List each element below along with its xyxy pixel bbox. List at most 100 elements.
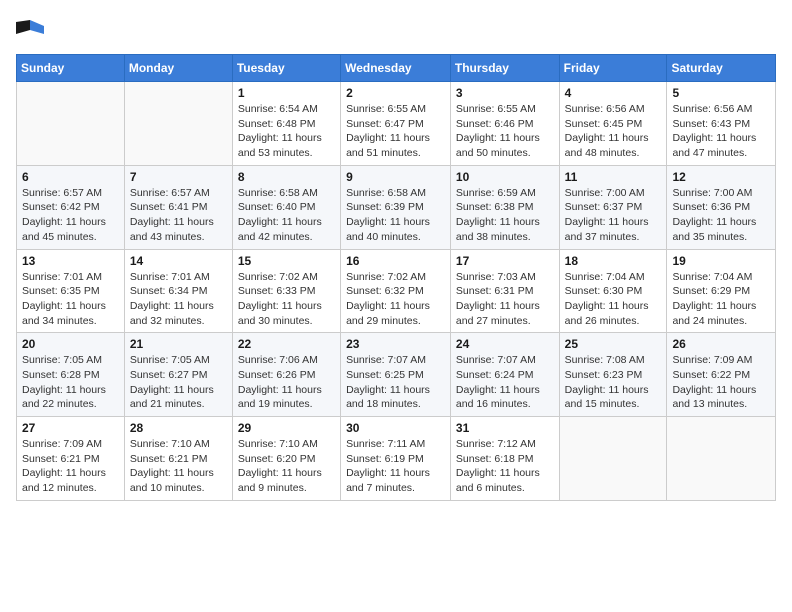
day-number: 13 xyxy=(22,254,119,268)
calendar-cell: 21 Sunrise: 7:05 AM Sunset: 6:27 PM Dayli… xyxy=(124,333,232,417)
day-number: 27 xyxy=(22,421,119,435)
calendar-cell: 2 Sunrise: 6:55 AM Sunset: 6:47 PM Daylig… xyxy=(341,82,451,166)
weekday-header: Tuesday xyxy=(232,55,340,82)
day-info: Sunrise: 7:02 AM Sunset: 6:33 PM Dayligh… xyxy=(238,270,335,329)
day-number: 22 xyxy=(238,337,335,351)
calendar-cell xyxy=(124,82,232,166)
day-number: 5 xyxy=(672,86,770,100)
day-number: 16 xyxy=(346,254,445,268)
day-info: Sunrise: 7:00 AM Sunset: 6:37 PM Dayligh… xyxy=(565,186,662,245)
calendar-week-row: 13Sunrise: 7:01 AM Sunset: 6:35 PM Dayli… xyxy=(17,249,776,333)
calendar-cell: 19 Sunrise: 7:04 AM Sunset: 6:29 PM Dayli… xyxy=(667,249,776,333)
day-info: Sunrise: 6:58 AM Sunset: 6:39 PM Dayligh… xyxy=(346,186,445,245)
day-number: 6 xyxy=(22,170,119,184)
day-info: Sunrise: 7:05 AM Sunset: 6:28 PM Dayligh… xyxy=(22,353,119,412)
calendar-cell xyxy=(559,417,667,501)
logo xyxy=(16,16,48,44)
calendar-cell: 8 Sunrise: 6:58 AM Sunset: 6:40 PM Daylig… xyxy=(232,165,340,249)
day-info: Sunrise: 7:11 AM Sunset: 6:19 PM Dayligh… xyxy=(346,437,445,496)
header xyxy=(16,16,776,44)
day-info: Sunrise: 6:59 AM Sunset: 6:38 PM Dayligh… xyxy=(456,186,554,245)
day-info: Sunrise: 6:56 AM Sunset: 6:43 PM Dayligh… xyxy=(672,102,770,161)
calendar-cell xyxy=(17,82,125,166)
day-number: 20 xyxy=(22,337,119,351)
day-number: 12 xyxy=(672,170,770,184)
calendar-cell: 5 Sunrise: 6:56 AM Sunset: 6:43 PM Daylig… xyxy=(667,82,776,166)
day-number: 28 xyxy=(130,421,227,435)
day-number: 19 xyxy=(672,254,770,268)
day-number: 29 xyxy=(238,421,335,435)
day-info: Sunrise: 6:58 AM Sunset: 6:40 PM Dayligh… xyxy=(238,186,335,245)
day-number: 1 xyxy=(238,86,335,100)
day-info: Sunrise: 6:57 AM Sunset: 6:41 PM Dayligh… xyxy=(130,186,227,245)
day-info: Sunrise: 7:10 AM Sunset: 6:21 PM Dayligh… xyxy=(130,437,227,496)
day-info: Sunrise: 7:09 AM Sunset: 6:22 PM Dayligh… xyxy=(672,353,770,412)
day-info: Sunrise: 6:54 AM Sunset: 6:48 PM Dayligh… xyxy=(238,102,335,161)
calendar-cell: 23 Sunrise: 7:07 AM Sunset: 6:25 PM Dayli… xyxy=(341,333,451,417)
day-info: Sunrise: 7:10 AM Sunset: 6:20 PM Dayligh… xyxy=(238,437,335,496)
day-info: Sunrise: 7:05 AM Sunset: 6:27 PM Dayligh… xyxy=(130,353,227,412)
calendar-cell: 28 Sunrise: 7:10 AM Sunset: 6:21 PM Dayli… xyxy=(124,417,232,501)
day-number: 25 xyxy=(565,337,662,351)
day-info: Sunrise: 6:55 AM Sunset: 6:46 PM Dayligh… xyxy=(456,102,554,161)
calendar-cell: 24 Sunrise: 7:07 AM Sunset: 6:24 PM Dayli… xyxy=(450,333,559,417)
day-info: Sunrise: 7:06 AM Sunset: 6:26 PM Dayligh… xyxy=(238,353,335,412)
day-number: 17 xyxy=(456,254,554,268)
day-number: 8 xyxy=(238,170,335,184)
calendar-cell: 15 Sunrise: 7:02 AM Sunset: 6:33 PM Dayli… xyxy=(232,249,340,333)
day-number: 4 xyxy=(565,86,662,100)
calendar-week-row: 6Sunrise: 6:57 AM Sunset: 6:42 PM Daylig… xyxy=(17,165,776,249)
calendar-cell: 4 Sunrise: 6:56 AM Sunset: 6:45 PM Daylig… xyxy=(559,82,667,166)
logo-icon xyxy=(16,16,44,44)
calendar-cell: 7 Sunrise: 6:57 AM Sunset: 6:41 PM Daylig… xyxy=(124,165,232,249)
calendar-week-row: 20 Sunrise: 7:05 AM Sunset: 6:28 PM Dayli… xyxy=(17,333,776,417)
calendar-cell: 26 Sunrise: 7:09 AM Sunset: 6:22 PM Dayli… xyxy=(667,333,776,417)
calendar-body: 1 Sunrise: 6:54 AM Sunset: 6:48 PM Daylig… xyxy=(17,82,776,501)
day-info: Sunrise: 6:56 AM Sunset: 6:45 PM Dayligh… xyxy=(565,102,662,161)
day-number: 31 xyxy=(456,421,554,435)
day-info: Sunrise: 7:03 AM Sunset: 6:31 PM Dayligh… xyxy=(456,270,554,329)
weekday-header: Sunday xyxy=(17,55,125,82)
weekday-header: Saturday xyxy=(667,55,776,82)
day-info: Sunrise: 7:08 AM Sunset: 6:23 PM Dayligh… xyxy=(565,353,662,412)
calendar-week-row: 1 Sunrise: 6:54 AM Sunset: 6:48 PM Daylig… xyxy=(17,82,776,166)
day-number: 23 xyxy=(346,337,445,351)
weekday-header: Wednesday xyxy=(341,55,451,82)
calendar-cell: 18 Sunrise: 7:04 AM Sunset: 6:30 PM Dayli… xyxy=(559,249,667,333)
weekday-header: Monday xyxy=(124,55,232,82)
calendar-cell: 10Sunrise: 6:59 AM Sunset: 6:38 PM Dayli… xyxy=(450,165,559,249)
day-info: Sunrise: 7:04 AM Sunset: 6:30 PM Dayligh… xyxy=(565,270,662,329)
calendar-cell: 12 Sunrise: 7:00 AM Sunset: 6:36 PM Dayli… xyxy=(667,165,776,249)
day-number: 2 xyxy=(346,86,445,100)
calendar-cell: 13Sunrise: 7:01 AM Sunset: 6:35 PM Dayli… xyxy=(17,249,125,333)
day-number: 24 xyxy=(456,337,554,351)
day-info: Sunrise: 7:04 AM Sunset: 6:29 PM Dayligh… xyxy=(672,270,770,329)
calendar-cell: 27Sunrise: 7:09 AM Sunset: 6:21 PM Dayli… xyxy=(17,417,125,501)
day-info: Sunrise: 7:07 AM Sunset: 6:24 PM Dayligh… xyxy=(456,353,554,412)
day-number: 18 xyxy=(565,254,662,268)
day-info: Sunrise: 7:00 AM Sunset: 6:36 PM Dayligh… xyxy=(672,186,770,245)
day-number: 21 xyxy=(130,337,227,351)
calendar-cell: 9 Sunrise: 6:58 AM Sunset: 6:39 PM Daylig… xyxy=(341,165,451,249)
calendar-cell: 31 Sunrise: 7:12 AM Sunset: 6:18 PM Dayli… xyxy=(450,417,559,501)
day-info: Sunrise: 6:55 AM Sunset: 6:47 PM Dayligh… xyxy=(346,102,445,161)
day-number: 7 xyxy=(130,170,227,184)
day-info: Sunrise: 7:07 AM Sunset: 6:25 PM Dayligh… xyxy=(346,353,445,412)
day-number: 15 xyxy=(238,254,335,268)
calendar-table: SundayMondayTuesdayWednesdayThursdayFrid… xyxy=(16,54,776,501)
calendar-header: SundayMondayTuesdayWednesdayThursdayFrid… xyxy=(17,55,776,82)
weekday-header: Friday xyxy=(559,55,667,82)
day-number: 26 xyxy=(672,337,770,351)
day-info: Sunrise: 7:12 AM Sunset: 6:18 PM Dayligh… xyxy=(456,437,554,496)
calendar-week-row: 27Sunrise: 7:09 AM Sunset: 6:21 PM Dayli… xyxy=(17,417,776,501)
day-number: 30 xyxy=(346,421,445,435)
day-info: Sunrise: 7:01 AM Sunset: 6:34 PM Dayligh… xyxy=(130,270,227,329)
calendar-cell: 25 Sunrise: 7:08 AM Sunset: 6:23 PM Dayli… xyxy=(559,333,667,417)
calendar-cell: 22 Sunrise: 7:06 AM Sunset: 6:26 PM Dayli… xyxy=(232,333,340,417)
day-number: 14 xyxy=(130,254,227,268)
calendar-cell: 17 Sunrise: 7:03 AM Sunset: 6:31 PM Dayli… xyxy=(450,249,559,333)
day-info: Sunrise: 7:02 AM Sunset: 6:32 PM Dayligh… xyxy=(346,270,445,329)
calendar-cell: 3Sunrise: 6:55 AM Sunset: 6:46 PM Daylig… xyxy=(450,82,559,166)
calendar-cell: 14 Sunrise: 7:01 AM Sunset: 6:34 PM Dayli… xyxy=(124,249,232,333)
day-number: 9 xyxy=(346,170,445,184)
